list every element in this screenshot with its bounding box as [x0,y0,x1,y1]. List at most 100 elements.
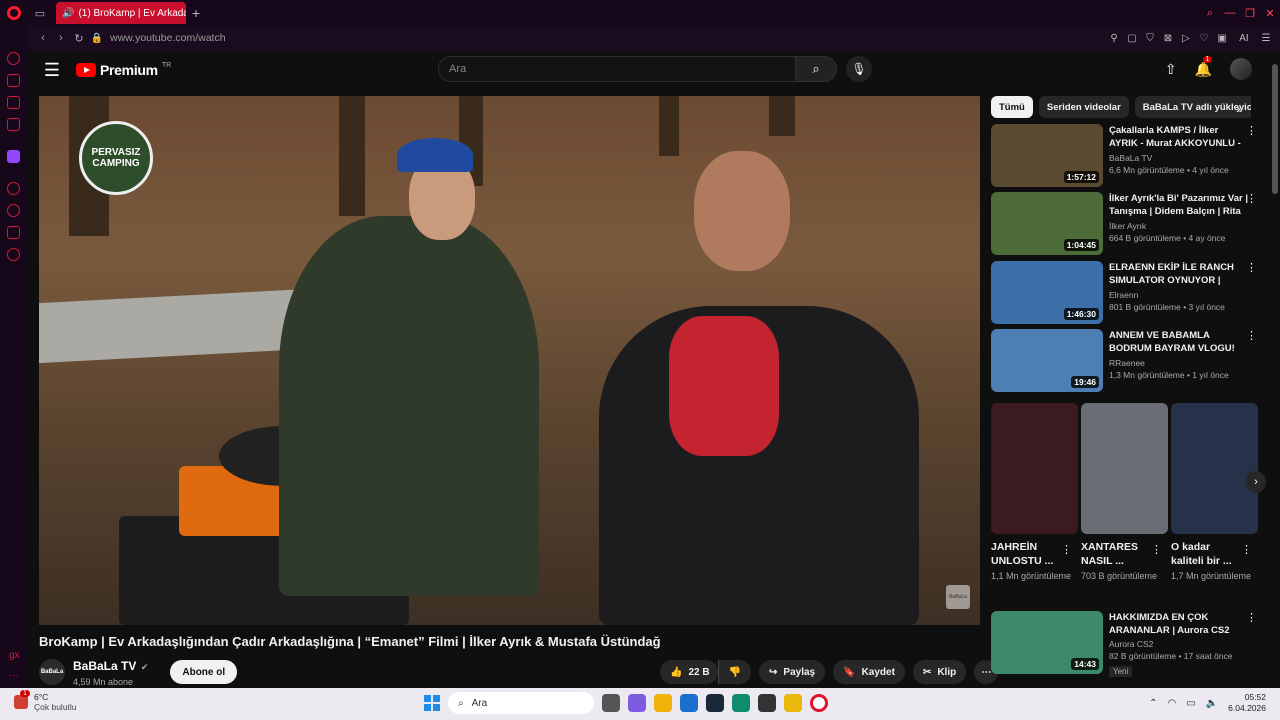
volume-icon[interactable]: 🔈 [1206,698,1218,709]
chevron-up-icon[interactable]: ⌃ [1149,698,1157,709]
speed-dial-icon[interactable] [7,52,20,65]
short-thumbnail[interactable] [1081,403,1168,534]
chip-all[interactable]: Tümü [991,96,1033,118]
lock-icon[interactable]: 🔒 [88,33,106,44]
recommendation-title[interactable]: ANNEM VE BABAMLA BODRUM BAYRAM VLOGU! [1109,329,1249,355]
share-button[interactable]: ↪ Paylaş [759,660,826,684]
workspace-icon[interactable]: ▭ [28,0,52,26]
short-item[interactable]: JAHREİN UNLOSTU ... 1,1 Mn görüntüleme ⋮ [991,403,1078,582]
search-tabs-icon[interactable]: ⌕ [1200,0,1220,26]
recommendation-channel[interactable]: Elraenn [1109,290,1249,300]
app-icon[interactable] [784,694,802,712]
minimize-button[interactable]: — [1220,0,1240,26]
thumbnail[interactable]: 19:46 [991,329,1103,392]
clock[interactable]: 05:52 6.04.2026 [1228,692,1266,714]
short-thumbnail[interactable] [1171,403,1258,534]
more-vert-icon[interactable]: ⋮ [1061,543,1072,556]
short-title[interactable]: JAHREİN UNLOSTU ... [991,540,1061,568]
short-item[interactable]: O kadar kaliteli bir ... 1,7 Mn görüntül… [1171,403,1258,582]
more-vert-icon[interactable]: ⋮ [1241,543,1252,556]
recommendation-item[interactable]: 1:04:45 İlker Ayrık'la Bi' Pazarımız Var… [991,192,1261,256]
speaker-icon[interactable]: 🔊 [62,8,74,19]
recommendation-channel[interactable]: İlker Ayrık [1109,221,1249,231]
steam-icon[interactable] [706,694,724,712]
pin-icon[interactable]: ⚲ [1108,33,1120,44]
recommendation-title[interactable]: ELRAENN EKİP İLE RANCH SIMULATOR OYNUYOR… [1109,261,1249,287]
channel-watermark[interactable]: BaBaLa [946,585,970,609]
thumbnail[interactable]: 1:57:12 [991,124,1103,187]
short-title[interactable]: XANTARES NASIL ... [1081,540,1151,568]
mail-icon[interactable] [7,118,20,131]
display-icon[interactable]: ▭ [1186,698,1195,709]
recommendation-item[interactable]: 1:46:30 ELRAENN EKİP İLE RANCH SIMULATOR… [991,261,1261,325]
shorts-next-button[interactable]: › [1246,471,1266,493]
recommendation-channel[interactable]: Aurora CS2 [1109,639,1249,649]
player-icon[interactable]: ▷ [1180,33,1192,44]
history-icon[interactable] [7,204,20,217]
settings-icon[interactable] [7,248,20,261]
dislike-button[interactable]: 👎 [717,660,752,684]
more-sidebar-icon[interactable]: ··· [9,670,19,681]
recommendation-title[interactable]: Çakallarla KAMPS / İlker AYRIK - Murat A… [1109,124,1249,150]
recommendation-item[interactable]: 19:46 ANNEM VE BABAMLA BODRUM BAYRAM VLO… [991,329,1261,393]
chip-uploader[interactable]: BaBaLa TV adlı yükleyiciden [1134,96,1251,118]
maximize-button[interactable]: ❐ [1240,0,1260,26]
cast-icon[interactable]: ⊠ [1162,33,1174,44]
taskbar-search[interactable]: ⌕ Ara [448,692,594,714]
short-item[interactable]: XANTARES NASIL ... 703 B görüntüleme ⋮ [1081,403,1168,582]
vpn-icon[interactable]: ⛉ [1144,33,1156,44]
channel-name[interactable]: BaBaLa TV [73,659,136,673]
scrollbar-thumb[interactable] [1272,64,1278,194]
copilot-icon[interactable] [628,694,646,712]
wallet-icon[interactable]: ▣ [1216,33,1228,44]
thumbnail[interactable]: 1:04:45 [991,192,1103,255]
snapshot-icon[interactable]: ▢ [1126,33,1138,44]
more-vert-icon[interactable]: ⋮ [1246,261,1257,274]
twitch-icon[interactable] [7,150,20,163]
start-icon[interactable] [424,695,440,711]
upload-icon[interactable]: ⇧ [1165,61,1177,78]
edge-icon[interactable] [732,694,750,712]
wifi-icon[interactable]: ◠ [1168,698,1177,709]
forward-icon[interactable]: › [52,32,70,44]
account-avatar[interactable] [1230,58,1252,80]
recommendation-title[interactable]: HAKKIMIZDA EN ÇOK ARANANLAR | Aurora CS2 [1109,611,1249,637]
guide-menu-icon[interactable]: ☰ [28,60,76,81]
subscribe-button[interactable]: Abone ol [170,660,238,684]
recommendation-item[interactable]: 14:43 HAKKIMIZDA EN ÇOK ARANANLAR | Auro… [991,611,1261,677]
chip-series[interactable]: Seriden videolar [1038,96,1129,118]
extensions-icon[interactable] [7,226,20,239]
heart-icon[interactable]: ♡ [1198,33,1210,44]
short-thumbnail[interactable] [991,403,1078,534]
recommendation-channel[interactable]: BaBaLa TV [1109,153,1249,163]
thumbnail[interactable]: 1:46:30 [991,261,1103,324]
more-vert-icon[interactable]: ⋮ [1246,329,1257,342]
close-window-button[interactable]: ✕ [1260,0,1280,26]
youtube-logo[interactable]: Premium TR [76,62,171,78]
new-tab-button[interactable]: + [186,5,206,21]
weather-widget[interactable]: 1 6°C Çok bulutlu [14,690,77,712]
reload-icon[interactable]: ↻ [70,32,88,45]
search-input[interactable] [449,63,795,75]
active-tab[interactable]: 🔊 (1) BroKamp | Ev Arkadaşlığından Çadır… [56,2,186,24]
back-icon[interactable]: ‹ [34,32,52,44]
more-vert-icon[interactable]: ⋮ [1246,611,1257,624]
like-button[interactable]: 👍 22 B [660,660,718,684]
recommendation-item[interactable]: 1:57:12 Çakallarla KAMPS / İlker AYRIK -… [991,124,1261,188]
short-title[interactable]: O kadar kaliteli bir ... [1171,540,1241,568]
ai-icon[interactable]: AI [1234,33,1254,44]
opera-taskbar-icon[interactable] [810,694,828,712]
more-vert-icon[interactable]: ⋮ [1151,543,1162,556]
menu-icon[interactable]: ☰ [1260,33,1272,44]
more-vert-icon[interactable]: ⋮ [1246,124,1257,137]
recommendation-title[interactable]: İlker Ayrık'la Bi' Pazarımız Var | Tanış… [1109,192,1249,218]
player-sidebar-icon[interactable] [7,182,20,195]
channel-avatar[interactable]: BaBaLa [39,659,65,685]
video-player[interactable]: PERVASIZ CAMPING BaBaLa [39,96,980,625]
recommendation-channel[interactable]: RRaenee [1109,358,1249,368]
more-vert-icon[interactable]: ⋮ [1246,192,1257,205]
file-explorer-icon[interactable] [654,694,672,712]
thumbnail[interactable]: 14:43 [991,611,1103,674]
github-icon[interactable] [758,694,776,712]
messenger-icon[interactable] [7,96,20,109]
